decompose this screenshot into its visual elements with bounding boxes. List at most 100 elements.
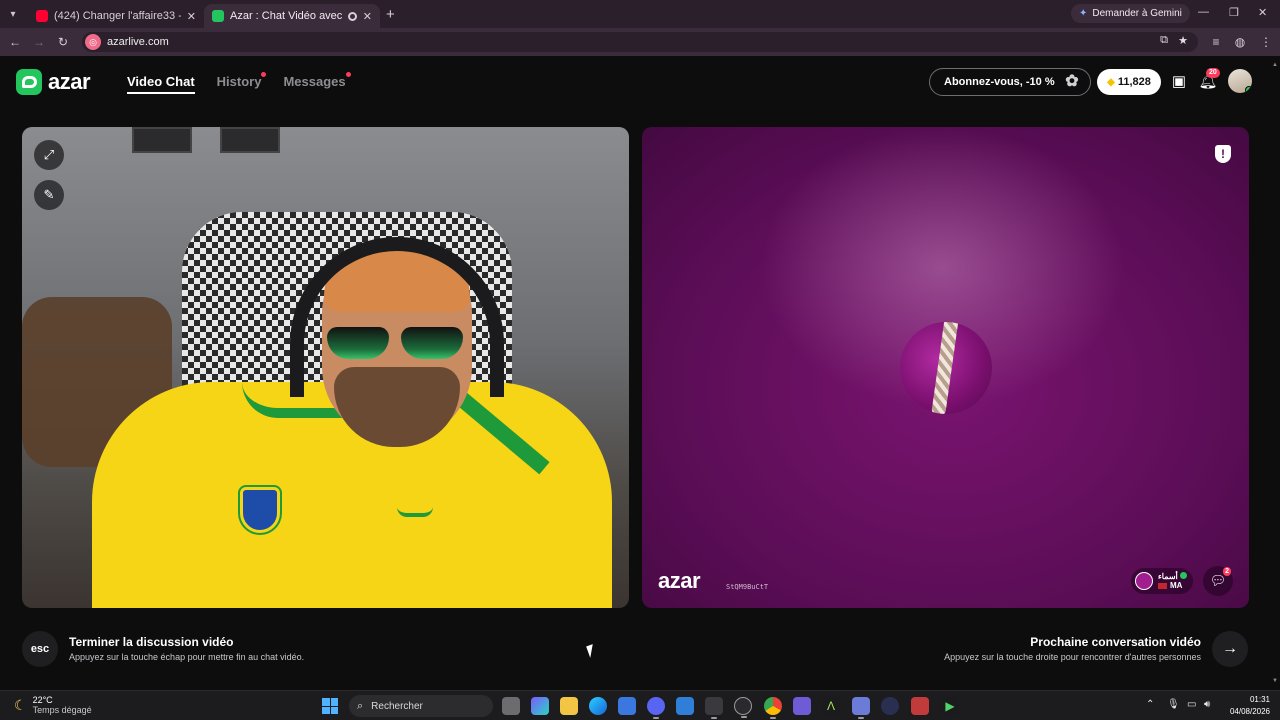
clock-time: 01:31 — [1249, 695, 1270, 704]
tab-azar[interactable]: Azar : Chat Vidéo avec de n ✕ — [204, 4, 380, 28]
mouse-cursor — [586, 644, 597, 658]
bookmark-star-icon[interactable]: ★ — [1178, 34, 1188, 47]
chrome-icon[interactable] — [764, 697, 782, 719]
azar-logo[interactable]: azar — [16, 69, 91, 95]
chat-count-badge: 2 — [1223, 567, 1231, 576]
store-icon[interactable] — [618, 697, 636, 715]
windows-start-icon[interactable] — [322, 698, 338, 714]
maximize-icon[interactable]: ❐ — [1229, 6, 1239, 19]
edge-icon[interactable] — [589, 697, 607, 715]
azar-logo-text: azar — [48, 69, 91, 94]
game-icon[interactable] — [793, 697, 811, 715]
gem-icon: ◆ — [1107, 76, 1115, 88]
flag-icon — [1158, 582, 1167, 589]
subscribe-label: Abonnez-vous, -10 % — [944, 76, 1055, 88]
install-app-icon[interactable]: ⧉ — [1160, 34, 1168, 47]
microphone-icon[interactable]: 🎙︎ — [1167, 699, 1180, 710]
end-chat-subtitle: Appuyez sur la touche échap pour mettre … — [69, 652, 305, 662]
azar-app: azar Video Chat History Messages Abonnez… — [0, 56, 1280, 690]
next-chat-hint: Prochaine conversation vidéo Appuyez sur… — [944, 635, 1201, 662]
peer-profile-image — [900, 322, 992, 414]
task-view-icon[interactable] — [502, 697, 520, 715]
gemini-label: Demander à Gemini — [1092, 8, 1182, 19]
steam-icon[interactable] — [734, 697, 752, 718]
close-tab-icon[interactable]: ✕ — [363, 10, 372, 23]
forward-icon[interactable]: → — [27, 35, 51, 49]
gemini-icon: ✦ — [1079, 8, 1088, 19]
url-field[interactable]: ◎ azarlive.com ⧉ ★ — [82, 32, 1198, 52]
back-icon[interactable]: ← — [3, 35, 27, 49]
file-explorer-icon[interactable] — [560, 697, 578, 715]
weather-text: Temps dégagé — [32, 705, 92, 715]
notification-badge: 20 — [1206, 68, 1220, 78]
discord-icon[interactable] — [647, 697, 665, 719]
user-avatar[interactable] — [1228, 69, 1252, 93]
verified-icon — [1179, 572, 1187, 579]
temperature: 22°C — [32, 695, 53, 705]
shop-icon[interactable]: ▣ — [1169, 72, 1189, 92]
mail-icon[interactable] — [676, 697, 694, 715]
magic-wand-icon[interactable]: ✎ — [34, 180, 64, 210]
next-chat-subtitle: Appuyez sur la touche droite pour rencon… — [944, 652, 1201, 662]
site-info-icon[interactable]: ◎ — [85, 34, 101, 50]
gems-balance-button[interactable]: ◆ 11,828 — [1097, 69, 1161, 95]
nav-label: Video Chat — [127, 74, 195, 89]
taskbar-search[interactable]: ⌕ Rechercher — [349, 695, 493, 717]
scroll-up-icon[interactable]: ▲ — [1272, 62, 1278, 68]
play-app-icon[interactable]: ▶ — [941, 697, 959, 715]
fullscreen-icon[interactable]: ⤢ — [34, 140, 64, 170]
copilot-icon[interactable] — [531, 697, 549, 715]
subscribe-button[interactable]: Abonnez-vous, -10 % ✿ — [929, 68, 1091, 96]
nav-messages[interactable]: Messages — [283, 72, 351, 94]
scroll-down-icon[interactable]: ▼ — [1272, 678, 1278, 684]
browser-menu-icon[interactable]: ⋮ — [1254, 35, 1278, 49]
address-bar-row: ← → ↻ ◎ azarlive.com ⧉ ★ ≡ ◍ ⋮ — [0, 28, 1280, 56]
chat-app-icon[interactable] — [852, 697, 870, 719]
nav-history[interactable]: History — [216, 72, 267, 94]
media-controls-icon[interactable]: ≡ — [1204, 35, 1228, 49]
system-clock[interactable]: 01:31 04/08/2026 — [1230, 694, 1270, 718]
chat-bubble-icon[interactable]: 💬︎ 2 — [1203, 566, 1233, 596]
tab-youtube[interactable]: (424) Changer l'affaire33 - WAN ✕ — [28, 4, 204, 28]
windows-taskbar: ☾ 22°C Temps dégagé ⌕ Rechercher Λ ▶ ⌃ 🎙… — [0, 690, 1280, 720]
volume-icon[interactable]: 🔊︎ — [1204, 699, 1210, 710]
url-text: azarlive.com — [107, 36, 169, 48]
weather-widget[interactable]: ☾ 22°C Temps dégagé — [14, 695, 92, 715]
close-tab-icon[interactable]: ✕ — [187, 10, 196, 23]
peer-video: ! azar StQM9BuCtT أسماء MA 💬︎ 2 — [642, 127, 1249, 608]
jersey-logo — [397, 507, 433, 517]
peer-country: MA — [1170, 581, 1183, 590]
recording-icon — [347, 11, 357, 21]
tray-chevron-icon[interactable]: ⌃ — [1146, 699, 1154, 710]
app-icon[interactable] — [705, 697, 723, 719]
search-placeholder: Rechercher — [371, 700, 423, 712]
minimize-icon[interactable]: — — [1198, 6, 1209, 18]
close-window-icon[interactable]: ✕ — [1258, 6, 1267, 19]
end-chat-hint: Terminer la discussion vidéo Appuyez sur… — [69, 635, 304, 662]
page-scrollbar[interactable]: ▲ ▼ — [1272, 58, 1278, 688]
next-arrow-button[interactable]: → — [1212, 631, 1248, 667]
gems-count: 11,828 — [1117, 76, 1151, 88]
sunglasses — [327, 327, 467, 363]
self-video: ⤢ ✎ — [22, 127, 629, 608]
esc-button[interactable]: esc — [22, 631, 58, 667]
profile-icon[interactable]: ◍ — [1228, 35, 1252, 49]
main-nav: Video Chat History Messages — [127, 72, 351, 94]
search-icon: ⌕ — [357, 699, 364, 712]
app-a-icon[interactable]: Λ — [822, 697, 840, 715]
tab-search-icon[interactable]: ▾ — [4, 5, 22, 23]
streaming-app-icon[interactable] — [911, 697, 929, 715]
jersey-crest — [240, 487, 280, 533]
azar-watermark: azar — [658, 568, 701, 593]
obs-icon[interactable] — [881, 697, 899, 715]
report-shield-icon[interactable]: ! — [1215, 145, 1231, 163]
peer-info: أسماء MA — [1158, 572, 1187, 590]
peer-user-chip[interactable]: أسماء MA — [1131, 568, 1193, 594]
nav-label: History — [216, 74, 262, 89]
reload-icon[interactable]: ↻ — [51, 35, 75, 49]
network-icon[interactable]: ▭ — [1187, 699, 1196, 710]
new-tab-button[interactable]: + — [386, 6, 395, 23]
gemini-button[interactable]: ✦ Demander à Gemini — [1071, 4, 1190, 23]
youtube-favicon-icon — [36, 10, 48, 22]
nav-video-chat[interactable]: Video Chat — [127, 74, 195, 94]
